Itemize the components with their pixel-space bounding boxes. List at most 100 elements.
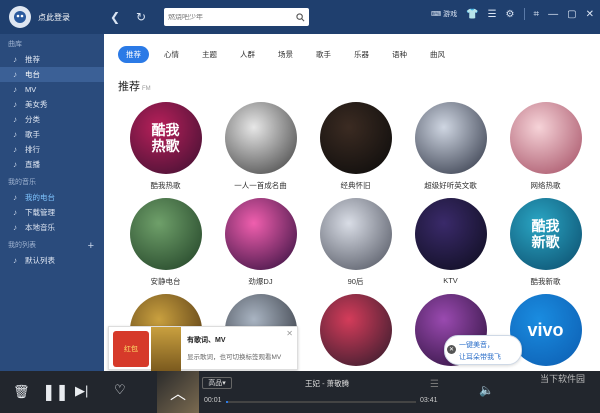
radio-card[interactable]: 超级好听英文歌 — [403, 102, 498, 190]
radio-cover[interactable] — [414, 198, 487, 270]
trash-icon[interactable]: 🗑 — [13, 384, 30, 400]
popup-title: 有歌词、MV — [187, 337, 226, 344]
sidebar-item-library-5[interactable]: ♪ 歌手 — [0, 127, 104, 142]
sidebar-item-library-1[interactable]: ♪ 电台 — [0, 67, 104, 82]
search-icon[interactable] — [296, 12, 305, 22]
radio-card[interactable]: 安静电台 — [118, 198, 213, 286]
local-music-icon: ♪ — [13, 223, 17, 232]
radio-title[interactable]: 安静电台 — [118, 276, 213, 286]
radio-cover[interactable] — [509, 102, 582, 174]
time-total: 03:41 — [420, 397, 438, 404]
red-packet-icon[interactable]: 红包 — [113, 331, 149, 367]
radio-cover[interactable] — [319, 198, 392, 270]
section-title-text: 推荐 — [118, 81, 140, 93]
playlist-icon[interactable]: ☰ — [430, 379, 439, 390]
sidebar-item-label: MV — [25, 85, 37, 94]
radio-card[interactable] — [308, 294, 403, 371]
sidebar-item-library-2[interactable]: ♪ MV — [0, 82, 104, 97]
back-icon[interactable]: ❮ — [106, 10, 124, 24]
radio-cover[interactable] — [414, 102, 487, 174]
radio-title[interactable]: 网络热歌 — [498, 180, 593, 190]
sidebar-item-library-3[interactable]: ♪ 美女秀 — [0, 97, 104, 112]
radio-cover[interactable] — [224, 198, 297, 270]
minimize-icon[interactable]: — — [548, 9, 558, 20]
section-subtitle: FM — [142, 86, 151, 92]
list-icon: ♪ — [13, 256, 17, 265]
radio-card[interactable]: 酷我热歌 酷我热歌 — [118, 102, 213, 190]
radio-card[interactable]: 90后 — [308, 198, 403, 286]
radio-card[interactable]: 一人一首成名曲 — [213, 102, 308, 190]
pause-icon[interactable]: ❚❚ — [42, 382, 69, 402]
radio-icon: ♪ — [13, 70, 17, 79]
sidebar-item-library-6[interactable]: ♪ 排行 — [0, 142, 104, 157]
volume-icon[interactable]: 🔈 — [479, 383, 494, 397]
top-bar: 点此登录 ❮ ↻ ⌨游戏 👕 ☰ ⚙ ⌗ — ▢ ✕ — [0, 0, 600, 34]
sound-effect-popup[interactable]: ✕ 一键美音， 让耳朵带我飞 — [444, 335, 522, 365]
sidebar-item-library-4[interactable]: ♪ 分类 — [0, 112, 104, 127]
singer-icon: ♪ — [13, 130, 17, 139]
search-box[interactable] — [164, 8, 309, 26]
close-icon[interactable]: ✕ — [586, 9, 594, 20]
popup-desc: 显示歌词，也可切换标签观看MV — [187, 354, 282, 361]
radio-title[interactable]: 90后 — [308, 276, 403, 286]
mini-mode-icon[interactable]: ⌗ — [534, 9, 540, 20]
sidebar-item-playlist-0[interactable]: ♪ 默认列表 — [0, 253, 104, 268]
heart-icon[interactable]: ♡ — [114, 382, 126, 398]
popup-line-1: 一键美音， — [459, 342, 494, 349]
login-link[interactable]: 点此登录 — [38, 12, 70, 23]
radio-title[interactable]: 酷我热歌 — [118, 180, 213, 190]
refresh-icon[interactable]: ↻ — [132, 10, 150, 24]
game-button[interactable]: ⌨ 游戏 — [431, 9, 457, 19]
popup-close-icon[interactable]: ✕ — [447, 345, 456, 354]
radio-title[interactable]: 酷我新歌 — [498, 276, 593, 286]
tab-6[interactable]: 乐器 — [346, 46, 377, 63]
radio-card[interactable]: 酷我新歌 酷我新歌 — [498, 198, 593, 286]
tab-8[interactable]: 曲风 — [422, 46, 453, 63]
sidebar-item-my-music-2[interactable]: ♪ 本地音乐 — [0, 220, 104, 235]
radio-title[interactable]: 一人一首成名曲 — [213, 180, 308, 190]
radio-cover[interactable] — [319, 102, 392, 174]
radio-title[interactable]: 经典怀旧 — [308, 180, 403, 190]
radio-title[interactable]: 劲爆DJ — [213, 276, 308, 286]
radio-cover[interactable]: 酷我新歌 — [509, 198, 582, 270]
menu-icon[interactable]: ☰ — [488, 9, 497, 20]
settings-icon[interactable]: ⚙ — [506, 9, 515, 20]
radio-card[interactable]: 网络热歌 — [498, 102, 593, 190]
tab-5[interactable]: 歌手 — [308, 46, 339, 63]
category-tabs: 推荐 心情 主题 人群 场景 歌手 乐器 语种 曲风 — [104, 43, 600, 65]
add-list-icon[interactable]: + — [88, 239, 94, 253]
tab-0[interactable]: 推荐 — [118, 45, 149, 63]
tab-4[interactable]: 场景 — [270, 46, 301, 63]
tab-1[interactable]: 心情 — [156, 46, 187, 63]
popup-close-icon[interactable]: ✕ — [286, 329, 293, 338]
sidebar-item-my-music-1[interactable]: ♪ 下载管理 — [0, 205, 104, 220]
radio-card[interactable]: 劲爆DJ — [213, 198, 308, 286]
window-controls: ⌨ 游戏 👕 ☰ ⚙ ⌗ — ▢ ✕ — [431, 8, 594, 20]
album-cover[interactable]: ︿ — [157, 371, 199, 413]
tab-7[interactable]: 语种 — [384, 46, 415, 63]
sidebar-item-my-music-0[interactable]: ♪ 我的电台 — [0, 190, 104, 205]
tab-3[interactable]: 人群 — [232, 46, 263, 63]
radio-cover[interactable]: 酷我热歌 — [129, 102, 202, 174]
search-input[interactable] — [168, 13, 296, 21]
my-radio-icon: ♪ — [13, 193, 17, 202]
skin-icon[interactable]: 👕 — [466, 9, 478, 20]
radio-card[interactable]: KTV — [403, 198, 498, 286]
radio-title[interactable]: KTV — [403, 276, 498, 286]
radio-title[interactable]: 超级好听英文歌 — [403, 180, 498, 190]
radio-cover[interactable] — [129, 198, 202, 270]
chevron-up-icon[interactable]: ︿ — [170, 380, 186, 404]
progress-bar[interactable] — [226, 401, 416, 403]
next-icon[interactable]: ▶| — [75, 383, 88, 399]
maximize-icon[interactable]: ▢ — [567, 9, 576, 20]
sidebar-item-library-0[interactable]: ♪ 推荐 — [0, 52, 104, 67]
sidebar-item-library-7[interactable]: ♪ 直播 — [0, 157, 104, 172]
radio-card[interactable]: 经典怀旧 — [308, 102, 403, 190]
tab-2[interactable]: 主题 — [194, 46, 225, 63]
sidebar-item-label: 分类 — [25, 115, 40, 124]
song-title[interactable]: 王妃 - 萧敬腾 — [305, 378, 349, 389]
lyric-mv-popup: 红包 有歌词、MV 显示歌词，也可切换标签观看MV ✕ — [108, 326, 298, 371]
quality-select[interactable]: 高品 ▾ — [202, 377, 232, 389]
radio-cover[interactable] — [319, 294, 392, 366]
radio-cover[interactable] — [224, 102, 297, 174]
